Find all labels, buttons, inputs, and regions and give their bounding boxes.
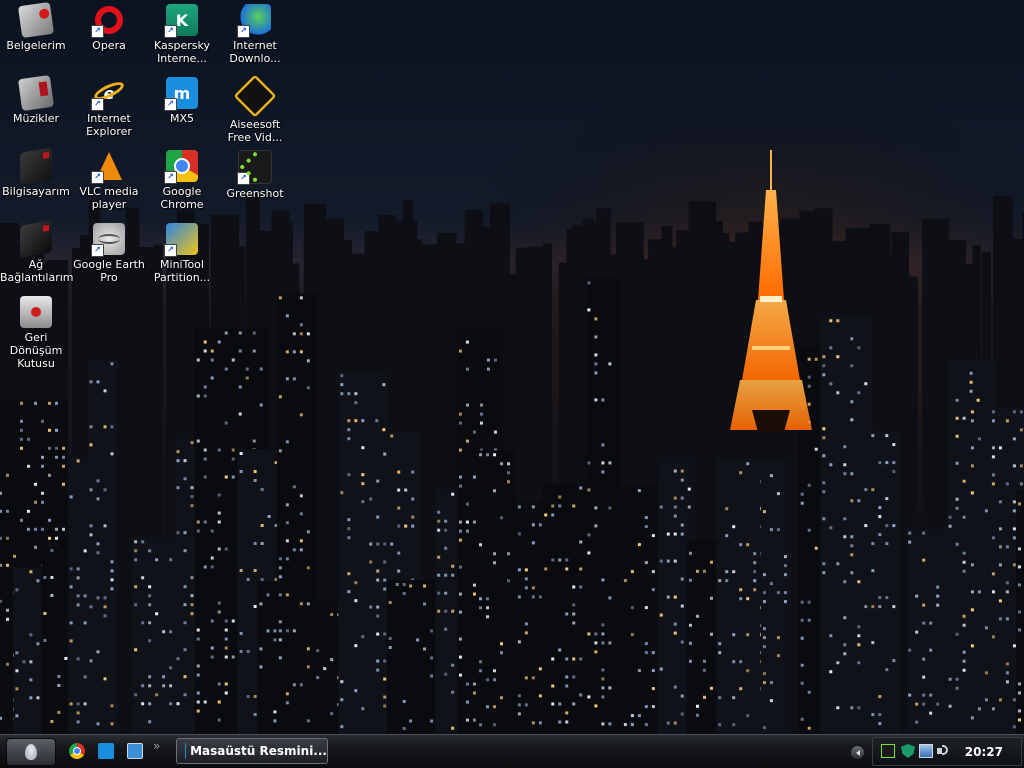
clock[interactable]: 20:27 bbox=[965, 745, 1003, 759]
show-hidden-icons-button[interactable] bbox=[850, 745, 865, 760]
quick-launch-mx5[interactable] bbox=[95, 740, 117, 762]
desktop-icon-belgelerim[interactable]: Belgelerim bbox=[0, 1, 72, 52]
kaspersky-icon: K ↗ bbox=[164, 4, 198, 38]
google-earth-icon: ↗ bbox=[91, 223, 125, 257]
desktop-icon-ag-baglantilarim[interactable]: Ağ Bağlantılarım bbox=[0, 220, 74, 284]
documents-folder-icon bbox=[17, 1, 55, 39]
desktop-icon-kaspersky[interactable]: K ↗ Kaspersky Interne... bbox=[146, 4, 218, 65]
greenshot-icon[interactable] bbox=[881, 744, 895, 758]
chrome-icon bbox=[69, 743, 85, 759]
start-button[interactable] bbox=[6, 738, 56, 766]
maxthon-icon bbox=[98, 743, 114, 759]
computer-icon bbox=[20, 147, 52, 185]
desktop-icon-bilgisayarim[interactable]: Bilgisayarım bbox=[0, 147, 72, 198]
desktop-icon-aiseesoft[interactable]: Aiseesoft Free Vid... bbox=[219, 74, 291, 144]
desktop-icon-geri-donusum-kutusu[interactable]: Geri Dönüşüm Kutusu bbox=[0, 296, 72, 370]
minitool-icon: ↗ bbox=[164, 223, 198, 257]
network-connections-icon bbox=[20, 220, 52, 258]
quick-launch-chrome[interactable] bbox=[66, 740, 88, 762]
icon-label: VLC media player bbox=[79, 185, 139, 211]
icon-label: Ağ Bağlantılarım bbox=[0, 258, 74, 284]
network-icon[interactable] bbox=[919, 744, 933, 758]
recycle-bin-icon bbox=[20, 296, 52, 328]
taskbar-task-button[interactable]: Masaüstü Resmini... bbox=[176, 738, 328, 764]
desktop-icon-internet-explorer[interactable]: e ↗ Internet Explorer bbox=[73, 77, 145, 139]
aiseesoft-icon bbox=[233, 74, 277, 118]
desktop-icon-vlc[interactable]: ↗ VLC media player bbox=[73, 150, 145, 211]
icon-label: Aiseesoft Free Vid... bbox=[227, 118, 283, 144]
icon-label: Müzikler bbox=[12, 112, 59, 125]
icon-label: Internet Explorer bbox=[86, 112, 132, 138]
task-button-label: Masaüstü Resmini... bbox=[190, 744, 327, 758]
desktop-icon-internet-download-manager[interactable]: ↗ Internet Downlo... bbox=[219, 4, 291, 65]
volume-icon[interactable] bbox=[937, 744, 951, 758]
desktop-icon-greenshot[interactable]: ↗ Greenshot bbox=[219, 150, 291, 200]
kaspersky-shield-icon[interactable] bbox=[901, 744, 915, 758]
maxthon-icon bbox=[185, 743, 187, 759]
taskbar: » Masaüstü Resmini... 20:27 bbox=[0, 734, 1024, 768]
music-folder-icon bbox=[17, 74, 55, 112]
icon-label: Belgelerim bbox=[6, 39, 66, 52]
desktop-icon-google-earth[interactable]: ↗ Google Earth Pro bbox=[73, 223, 145, 284]
icon-label: MX5 bbox=[169, 112, 195, 125]
opera-icon: ↗ bbox=[91, 4, 125, 38]
alien-start-icon bbox=[25, 744, 37, 760]
icon-label: Geri Dönüşüm Kutusu bbox=[9, 331, 63, 370]
show-desktop-icon bbox=[127, 743, 143, 759]
icon-label: Greenshot bbox=[226, 187, 284, 200]
quick-launch-more-button[interactable]: » bbox=[153, 739, 160, 753]
vlc-icon: ↗ bbox=[91, 150, 125, 184]
desktop-icon-google-chrome[interactable]: ↗ Google Chrome bbox=[146, 150, 218, 211]
greenshot-icon: ↗ bbox=[237, 150, 272, 185]
icon-label: Kaspersky Interne... bbox=[154, 39, 210, 65]
desktop-icon-minitool[interactable]: ↗ MiniTool Partition... bbox=[146, 223, 218, 284]
desktop-icon-opera[interactable]: ↗ Opera bbox=[73, 4, 145, 52]
internet-download-manager-icon: ↗ bbox=[237, 4, 271, 38]
system-tray: 20:27 bbox=[872, 737, 1022, 766]
icon-label: Google Earth Pro bbox=[73, 258, 145, 284]
desktop-icon-mx5[interactable]: m ↗ MX5 bbox=[146, 77, 218, 125]
desktop-icon-muzikler[interactable]: Müzikler bbox=[0, 74, 72, 125]
maxthon-icon: m ↗ bbox=[164, 77, 198, 111]
icon-label: MiniTool Partition... bbox=[153, 258, 211, 284]
quick-launch-show-desktop[interactable] bbox=[124, 740, 146, 762]
icon-label: Google Chrome bbox=[160, 185, 204, 211]
icon-label: Internet Downlo... bbox=[229, 39, 281, 65]
icon-label: Bilgisayarım bbox=[2, 185, 70, 198]
internet-explorer-icon: e ↗ bbox=[91, 77, 125, 111]
icon-label: Opera bbox=[92, 39, 126, 52]
chrome-icon: ↗ bbox=[164, 150, 198, 184]
